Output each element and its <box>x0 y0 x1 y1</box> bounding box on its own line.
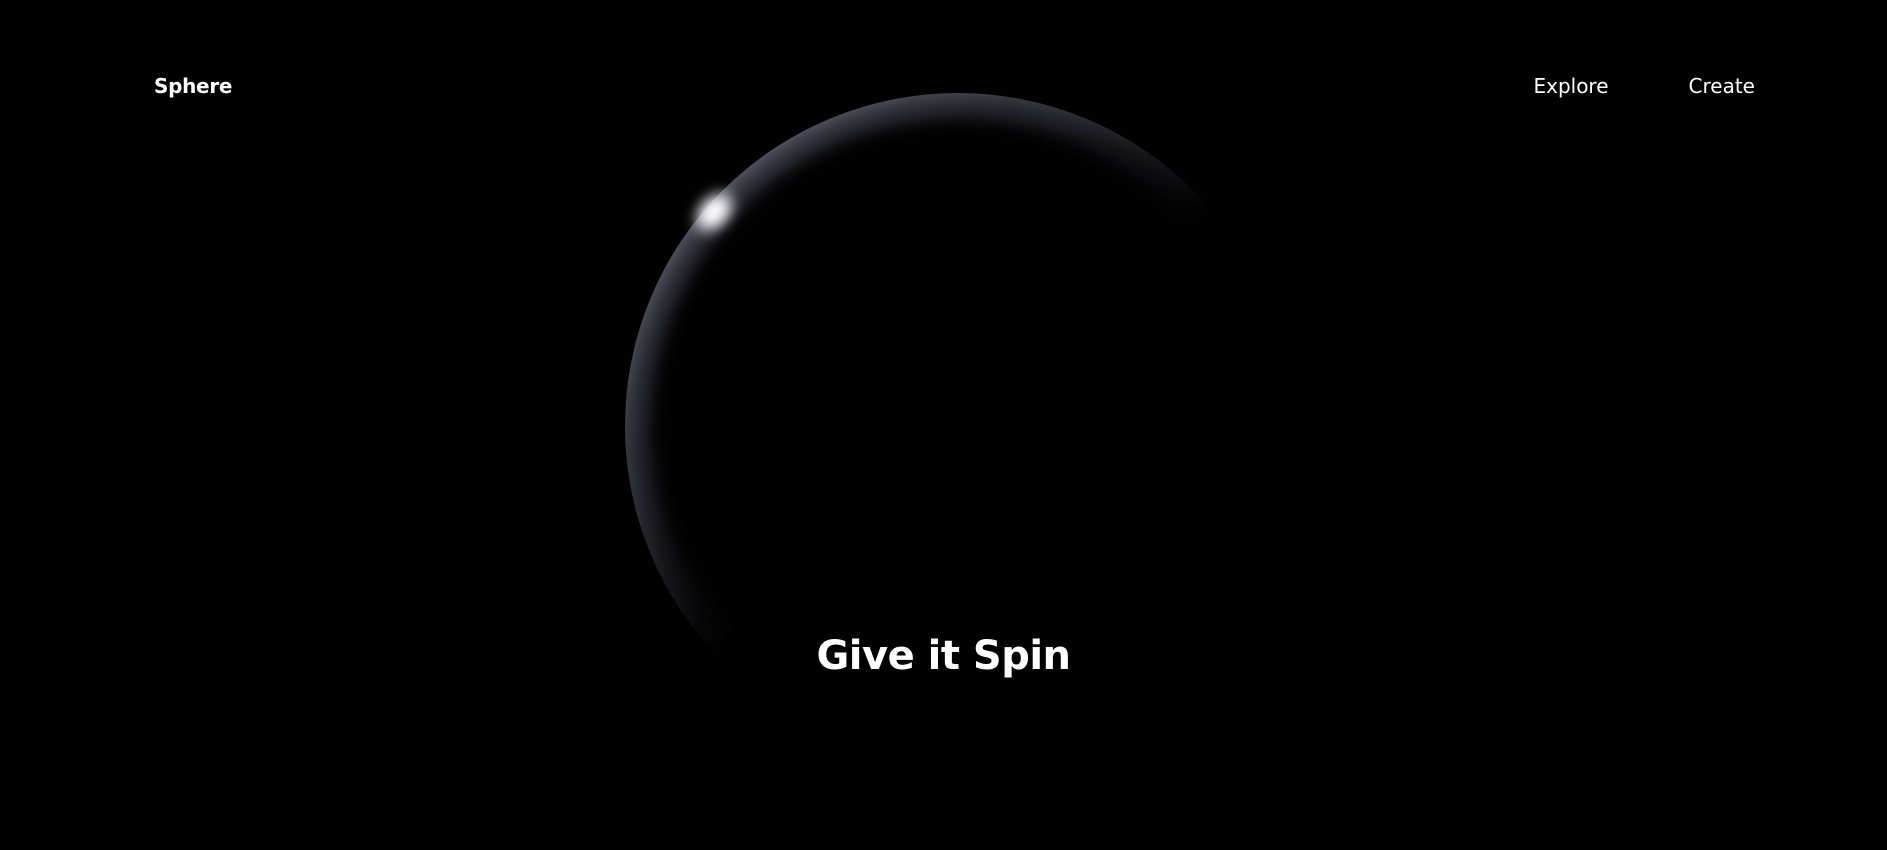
brand-logo[interactable]: Sphere <box>154 74 232 98</box>
nav-link-explore[interactable]: Explore <box>1533 74 1608 98</box>
nav-links: Explore Create <box>1533 74 1755 98</box>
nav-link-create[interactable]: Create <box>1689 74 1755 98</box>
top-navigation: Sphere Explore Create <box>0 0 1887 174</box>
hero-headline: Give it Spin <box>816 632 1071 679</box>
